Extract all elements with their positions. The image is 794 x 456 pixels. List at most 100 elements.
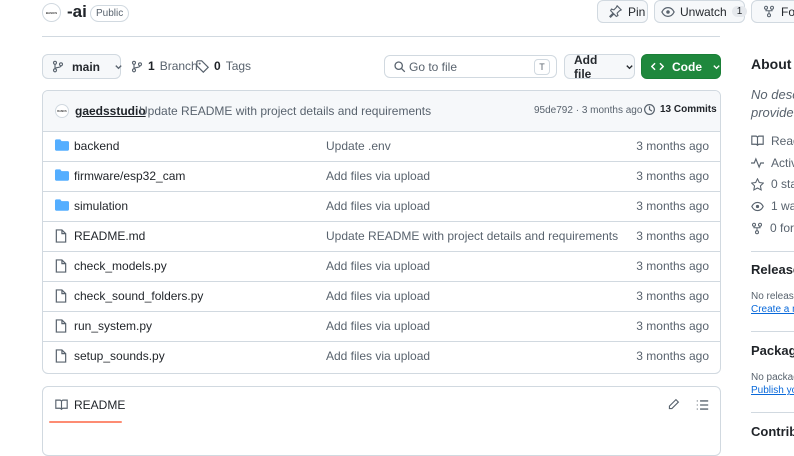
commit-author[interactable]: gaedsstudio (75, 104, 146, 118)
file-name[interactable]: check_models.py (74, 259, 167, 273)
file-icon (55, 259, 67, 273)
readme-link[interactable]: Read (751, 134, 794, 148)
table-row[interactable]: check_sound_folders.py Add files via upl… (43, 281, 720, 311)
file-age: 3 months ago (636, 139, 709, 153)
unwatch-button[interactable]: Unwatch 1 (654, 0, 763, 23)
branch-name: main (72, 59, 101, 74)
contributors-heading[interactable]: Contribu (751, 424, 794, 439)
search-icon (393, 60, 406, 73)
code-icon (651, 61, 664, 72)
file-commit-message[interactable]: Add files via upload (326, 259, 430, 273)
repo-avatar-text: BASICS (45, 10, 58, 15)
chevron-down-icon (625, 62, 634, 71)
file-name[interactable]: firmware/esp32_cam (74, 169, 185, 183)
file-name[interactable]: setup_sounds.py (74, 349, 165, 363)
eye-icon (751, 200, 764, 213)
stars-link[interactable]: 0 sta (751, 177, 794, 191)
add-file-label: Add file (574, 52, 598, 81)
file-name[interactable]: backend (74, 139, 119, 153)
outline-list-icon[interactable] (696, 399, 709, 411)
file-commit-message[interactable]: Add files via upload (326, 319, 430, 333)
pin-button[interactable]: Pin (597, 0, 648, 23)
commit-hash-time[interactable]: 95de792 · 3 months ago (534, 105, 642, 116)
file-commit-message[interactable]: Add files via upload (326, 199, 430, 213)
table-row[interactable]: run_system.py Add files via upload 3 mon… (43, 311, 720, 341)
book-icon (55, 399, 68, 411)
file-age: 3 months ago (636, 169, 709, 183)
file-name[interactable]: run_system.py (74, 319, 152, 333)
tag-count-num: 0 (214, 59, 221, 73)
readme-link-label: Read (771, 134, 794, 148)
releases-heading[interactable]: Releases (751, 262, 794, 277)
watch-count: 1 (731, 6, 748, 17)
table-row[interactable]: firmware/esp32_cam Add files via upload … (43, 161, 720, 191)
branch-selector[interactable]: main (42, 54, 122, 79)
file-icon (55, 349, 67, 363)
author-avatar-text: BASICS (57, 109, 67, 113)
header-divider (42, 36, 720, 37)
search-placeholder: Go to file (409, 60, 458, 74)
file-name[interactable]: README.md (74, 229, 145, 243)
file-commit-message[interactable]: Update .env (326, 139, 391, 153)
file-icon (55, 319, 67, 333)
file-icon (55, 229, 67, 243)
readme-tab-label: README (74, 398, 126, 412)
file-name[interactable]: check_sound_folders.py (74, 289, 203, 303)
folder-icon (55, 139, 69, 151)
forks-count: 0 for (770, 221, 794, 235)
readme-tab[interactable]: README (55, 398, 125, 412)
latest-commit-bar: BASICS gaedsstudio Update README with pr… (43, 91, 720, 131)
tag-count-label: Tags (225, 59, 252, 73)
folder-icon (55, 199, 69, 211)
author-avatar[interactable]: BASICS (55, 104, 69, 118)
repo-name[interactable]: -ai (67, 2, 87, 22)
watchers-link[interactable]: 1 wat (751, 199, 794, 213)
commit-count: 13 Commits (660, 104, 717, 115)
fork-icon (751, 222, 763, 235)
book-icon (751, 135, 764, 147)
branch-count-link[interactable]: 1 Branch (131, 59, 198, 73)
fork-label: Fork (781, 4, 794, 19)
commit-message[interactable]: Update README with project details and r… (139, 104, 431, 118)
file-age: 3 months ago (636, 259, 709, 273)
file-age: 3 months ago (636, 289, 709, 303)
edit-pencil-icon[interactable] (667, 398, 680, 411)
add-file-button[interactable]: Add file (564, 52, 635, 81)
table-row[interactable]: README.md Update README with project det… (43, 221, 720, 251)
table-row[interactable]: check_models.py Add files via upload 3 m… (43, 251, 720, 281)
file-commit-message[interactable]: Update README with project details and r… (326, 229, 618, 243)
file-name[interactable]: simulation (74, 199, 128, 213)
packages-text: No packag (751, 372, 794, 383)
table-row[interactable]: backend Update .env 3 months ago (43, 131, 720, 161)
create-release-link[interactable]: Create a ne (751, 304, 794, 315)
code-button[interactable]: Code (641, 54, 721, 79)
forks-link[interactable]: 0 for (751, 221, 794, 235)
activity-link-label: Activ (771, 156, 794, 170)
visibility-badge: Public (90, 5, 130, 22)
tags-link[interactable]: 0 Tags (196, 59, 251, 73)
file-icon (55, 289, 67, 303)
watchers-count: 1 wat (771, 199, 794, 213)
about-heading: About (751, 56, 792, 72)
branch-icon (131, 60, 143, 73)
branch-icon (52, 60, 64, 73)
star-icon (751, 177, 764, 191)
file-commit-message[interactable]: Add files via upload (326, 289, 430, 303)
fork-button[interactable]: Fork (751, 0, 794, 23)
readme-panel: README (42, 386, 721, 456)
table-row[interactable]: simulation Add files via upload 3 months… (43, 191, 720, 221)
activity-link[interactable]: Activ (751, 156, 794, 170)
file-age: 3 months ago (636, 319, 709, 333)
file-age: 3 months ago (636, 229, 709, 243)
go-to-file-search[interactable]: Go to file T (384, 55, 557, 78)
file-commit-message[interactable]: Add files via upload (326, 349, 430, 363)
repo-avatar[interactable]: BASICS (42, 3, 61, 22)
publish-package-link[interactable]: Publish yo (751, 385, 794, 396)
table-row[interactable]: setup_sounds.py Add files via upload 3 m… (43, 341, 720, 371)
file-age: 3 months ago (636, 199, 709, 213)
file-commit-message[interactable]: Add files via upload (326, 169, 430, 183)
eye-icon (661, 5, 675, 19)
about-description-line1: No descr (751, 87, 794, 102)
packages-heading[interactable]: Package (751, 343, 794, 358)
commit-history-link[interactable]: 13 Commits (643, 103, 717, 116)
